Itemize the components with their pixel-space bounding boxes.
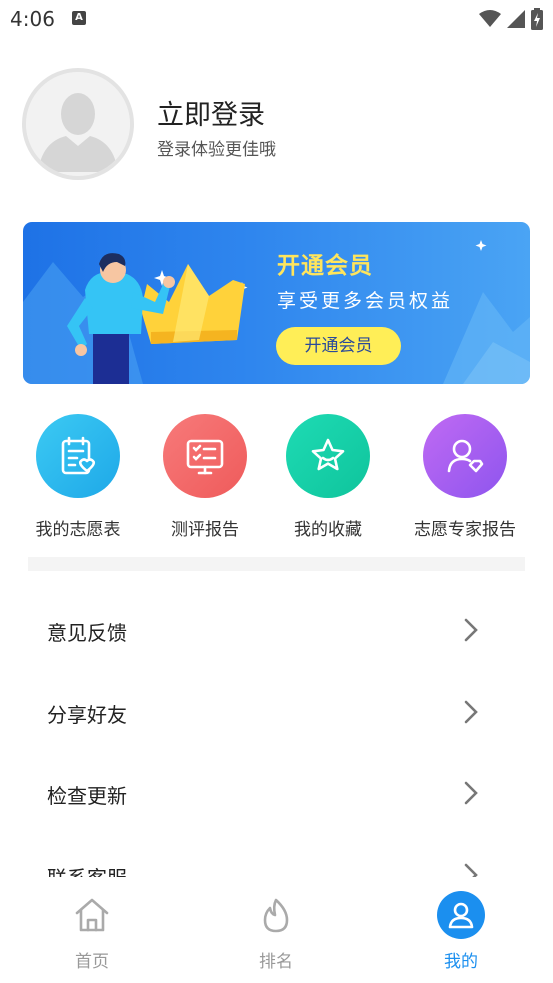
- star-icon: [286, 414, 370, 498]
- bottom-navigation: 首页 排名 我的: [0, 877, 553, 983]
- default-avatar-icon: [26, 72, 130, 176]
- menu-item-label: 分享好友: [47, 703, 127, 727]
- user-icon: [437, 891, 485, 939]
- shortcut-label: 我的收藏: [294, 520, 362, 540]
- section-divider: [28, 557, 525, 571]
- login-title[interactable]: 立即登录: [157, 93, 265, 132]
- banner-subtitle: 享受更多会员权益: [277, 290, 454, 312]
- nav-home[interactable]: 首页: [37, 891, 147, 972]
- banner-title: 开通会员: [277, 253, 373, 279]
- assessment-report-icon: [163, 414, 247, 498]
- shortcut-assessment-report[interactable]: 测评报告: [135, 414, 275, 540]
- menu-item-contact-service[interactable]: 联系客服: [0, 834, 553, 877]
- menu-item-share[interactable]: 分享好友: [0, 671, 553, 753]
- chevron-right-icon: [464, 863, 478, 877]
- home-icon: [68, 891, 116, 939]
- nav-label: 排名: [259, 952, 293, 972]
- menu-item-label: 联系客服: [47, 862, 127, 877]
- application-form-icon: [36, 414, 120, 498]
- shortcut-grid: 我的志愿表 测评报告 我的收藏 志愿专家报告: [0, 414, 553, 544]
- status-bar: 4:06 A: [0, 0, 553, 40]
- open-vip-button[interactable]: 开通会员: [276, 327, 401, 365]
- menu-item-label: 检查更新: [47, 784, 127, 808]
- avatar[interactable]: [22, 68, 134, 180]
- chevron-right-icon: [464, 781, 478, 805]
- nav-mine[interactable]: 我的: [406, 891, 516, 972]
- shortcut-label: 我的志愿表: [35, 520, 121, 540]
- status-time: 4:06: [10, 7, 55, 31]
- menu-item-label: 意见反馈: [47, 621, 127, 645]
- menu-item-feedback[interactable]: 意见反馈: [0, 589, 553, 671]
- wifi-icon: [479, 10, 501, 27]
- profile-header[interactable]: 立即登录 登录体验更佳哦: [22, 68, 522, 182]
- chevron-right-icon: [464, 618, 478, 642]
- signal-icon: [507, 10, 525, 28]
- expert-icon: [423, 414, 507, 498]
- shortcut-label: 测评报告: [171, 520, 239, 540]
- battery-charging-icon: [531, 8, 543, 30]
- settings-menu: 意见反馈 分享好友 检查更新 联系客服: [0, 589, 553, 877]
- shortcut-favorites[interactable]: 我的收藏: [258, 414, 398, 540]
- vip-banner[interactable]: 开通会员 享受更多会员权益 开通会员: [23, 222, 530, 384]
- shortcut-label: 志愿专家报告: [414, 520, 516, 540]
- notification-badge: A: [72, 11, 86, 25]
- chevron-right-icon: [464, 700, 478, 724]
- nav-label: 我的: [444, 952, 478, 972]
- shortcut-my-application[interactable]: 我的志愿表: [8, 414, 148, 540]
- shortcut-expert-report[interactable]: 志愿专家报告: [395, 414, 535, 540]
- menu-item-check-update[interactable]: 检查更新: [0, 752, 553, 834]
- nav-ranking[interactable]: 排名: [221, 891, 331, 972]
- nav-label: 首页: [75, 952, 109, 972]
- login-subtitle: 登录体验更佳哦: [157, 140, 276, 160]
- flame-icon: [252, 891, 300, 939]
- status-icons: [479, 7, 543, 31]
